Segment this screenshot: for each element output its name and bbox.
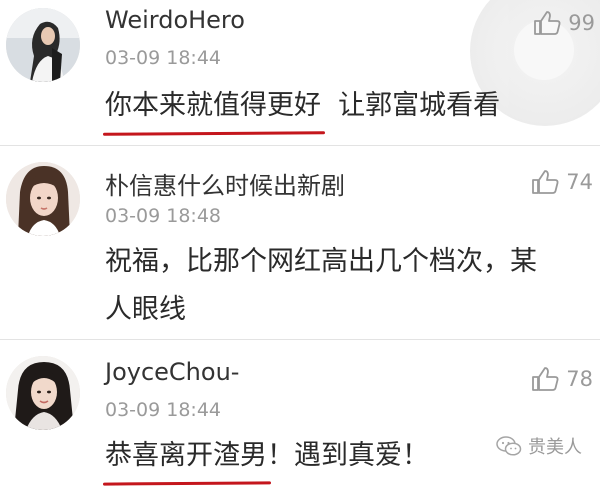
comment-text-rest: ！遇到真爱！: [267, 440, 429, 471]
comment-text: 恭喜离开渣男！遇到真爱！: [105, 432, 429, 480]
username[interactable]: JoyceChou-: [105, 358, 239, 386]
like-button[interactable]: 99: [532, 8, 595, 38]
comment-text: 祝福，比那个网红高出几个档次，某 人眼线: [105, 238, 537, 334]
thumbs-up-icon: [532, 8, 562, 38]
avatar-image: [6, 162, 80, 236]
watermark: 贵美人: [496, 433, 582, 459]
like-button[interactable]: 78: [530, 364, 593, 394]
avatar[interactable]: [6, 162, 80, 236]
highlighted-text: 你本来就值得更好: [105, 82, 321, 130]
username[interactable]: 朴信惠什么时候出新剧: [105, 166, 345, 201]
avatar-image: [6, 356, 80, 430]
timestamp: 03-09 18:48: [105, 205, 222, 227]
comment-item: WeirdoHero 03-09 18:44 你本来就值得更好 让郭富城看看 9…: [0, 0, 600, 145]
avatar[interactable]: [6, 8, 80, 82]
like-count: 74: [566, 170, 593, 194]
watermark-text: 贵美人: [528, 437, 582, 458]
comment-text: 你本来就值得更好 让郭富城看看: [105, 82, 500, 130]
highlighted-text: 恭喜离开渣男: [105, 432, 267, 480]
comment-item: JoyceChou- 03-09 18:44 恭喜离开渣男！遇到真爱！ 78 贵…: [0, 340, 600, 479]
thumbs-up-icon: [530, 167, 560, 197]
comment-text-rest: 让郭富城看看: [321, 90, 501, 121]
thumbs-up-icon: [530, 364, 560, 394]
comment-item: 朴信惠什么时候出新剧 03-09 18:48 祝福，比那个网红高出几个档次，某 …: [0, 146, 600, 339]
wechat-icon: [496, 435, 522, 457]
avatar-image: [6, 8, 80, 82]
like-count: 78: [566, 367, 593, 391]
comment-text-line: 人眼线: [105, 294, 186, 325]
like-count: 99: [568, 11, 595, 35]
avatar[interactable]: [6, 356, 80, 430]
username[interactable]: WeirdoHero: [105, 6, 245, 34]
comment-text-line: 祝福，比那个网红高出几个档次，某: [105, 246, 537, 277]
timestamp: 03-09 18:44: [105, 399, 222, 421]
like-button[interactable]: 74: [530, 167, 593, 197]
timestamp: 03-09 18:44: [105, 47, 222, 69]
